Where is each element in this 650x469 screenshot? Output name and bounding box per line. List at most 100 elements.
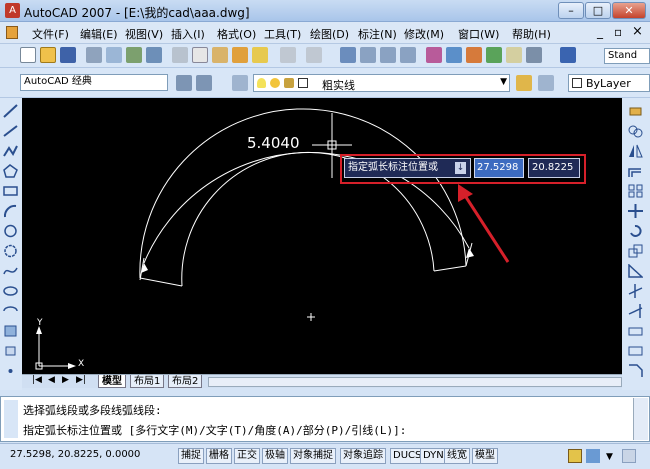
save-icon[interactable] xyxy=(60,47,76,63)
polar-toggle[interactable]: 极轴 xyxy=(262,448,288,464)
command-scrollbar[interactable] xyxy=(633,398,648,440)
zoom-window-icon[interactable] xyxy=(380,47,396,63)
insert-block-icon[interactable] xyxy=(3,324,18,338)
tab-first-icon[interactable]: |◀ xyxy=(32,375,42,385)
polygon-icon[interactable] xyxy=(3,164,18,178)
menu-insert[interactable]: 插入(I) xyxy=(171,26,205,42)
ellipse-arc-icon[interactable] xyxy=(3,304,18,318)
menu-window[interactable]: 窗口(W) xyxy=(458,26,499,42)
drawing-canvas[interactable]: 5.4040 Y X xyxy=(22,98,622,374)
menu-tools[interactable]: 工具(T) xyxy=(264,26,301,42)
rectangle-icon[interactable] xyxy=(3,184,18,198)
offset-icon[interactable] xyxy=(628,164,643,178)
menu-file[interactable]: 文件(F) xyxy=(32,26,69,42)
paste-icon[interactable] xyxy=(212,47,228,63)
point-icon[interactable] xyxy=(3,364,18,378)
command-window[interactable]: 选择弧线段或多段线弧线段: 指定弧长标注位置或 [多行文字(M)/文字(T)/角… xyxy=(0,396,650,442)
doc-icon[interactable] xyxy=(6,26,18,39)
new-icon[interactable] xyxy=(20,47,36,63)
menu-edit[interactable]: 编辑(E) xyxy=(80,26,118,42)
doc-minimize-button[interactable]: _ xyxy=(597,25,603,39)
doc-close-button[interactable]: × xyxy=(632,24,643,39)
layer-combo[interactable]: 粗实线 ▼ xyxy=(253,74,510,92)
statusbar-menu-icon[interactable]: ▼ xyxy=(606,452,613,462)
model-toggle[interactable]: 模型 xyxy=(472,448,498,464)
match-properties-icon[interactable] xyxy=(232,47,248,63)
zoom-realtime-icon[interactable] xyxy=(360,47,376,63)
join-icon[interactable] xyxy=(628,344,643,358)
osnap-toggle[interactable]: 对象捕捉 xyxy=(290,448,336,464)
menu-help[interactable]: 帮助(H) xyxy=(512,26,551,42)
tab-layout1[interactable]: 布局1 xyxy=(130,375,165,388)
app-icon[interactable]: A xyxy=(5,3,20,18)
workspace-combo[interactable]: AutoCAD 经典 xyxy=(20,74,168,91)
menu-modify[interactable]: 修改(M) xyxy=(404,26,444,42)
coordinates-display[interactable]: 27.5298, 20.8225, 0.0000 xyxy=(10,449,140,460)
menu-view[interactable]: 视图(V) xyxy=(125,26,163,42)
menu-draw[interactable]: 绘图(D) xyxy=(310,26,349,42)
markup-icon[interactable] xyxy=(506,47,522,63)
print-preview-icon[interactable] xyxy=(106,47,122,63)
text-style-combo[interactable]: Stand xyxy=(604,48,650,64)
design-center-icon[interactable] xyxy=(446,47,462,63)
maximize-button[interactable]: □ xyxy=(585,2,611,19)
dynamic-input-value-x[interactable]: 27.5298 xyxy=(474,158,524,178)
undo-icon[interactable] xyxy=(280,47,296,63)
horizontal-scrollbar[interactable] xyxy=(208,377,622,387)
scale-icon[interactable] xyxy=(628,244,643,258)
doc-restore-button[interactable]: ▫ xyxy=(614,25,622,39)
array-icon[interactable] xyxy=(628,184,643,198)
circle-icon[interactable] xyxy=(3,224,18,238)
arc-icon[interactable] xyxy=(3,204,18,218)
my-workspace-icon[interactable] xyxy=(196,75,212,91)
otrack-toggle[interactable]: 对象追踪 xyxy=(340,448,386,464)
stretch-icon[interactable] xyxy=(628,263,644,278)
open-icon[interactable] xyxy=(40,47,56,63)
cut-icon[interactable] xyxy=(172,47,188,63)
color-combo[interactable]: ByLayer xyxy=(568,74,650,92)
minimize-button[interactable]: – xyxy=(558,2,584,19)
make-block-icon[interactable] xyxy=(3,344,18,358)
print-icon[interactable] xyxy=(86,47,102,63)
copy-object-icon[interactable] xyxy=(628,124,643,138)
layer-manager-icon[interactable] xyxy=(232,75,248,91)
revision-cloud-icon[interactable] xyxy=(3,244,18,258)
dynamic-input-value-y[interactable]: 20.8225 xyxy=(528,158,580,178)
ellipse-icon[interactable] xyxy=(3,284,18,298)
workspace-settings-icon[interactable] xyxy=(176,75,192,91)
chevron-down-icon[interactable]: ▼ xyxy=(500,77,507,87)
tool-palettes-icon[interactable] xyxy=(466,47,482,63)
ortho-toggle[interactable]: 正交 xyxy=(234,448,260,464)
rotate-icon[interactable] xyxy=(628,224,643,238)
layer-previous-icon[interactable] xyxy=(538,75,554,91)
dyn-toggle[interactable]: DYN xyxy=(420,448,447,464)
quickcalc-icon[interactable] xyxy=(526,47,542,63)
snap-toggle[interactable]: 捕捉 xyxy=(178,448,204,464)
comm-center-icon[interactable] xyxy=(568,449,582,463)
make-current-layer-icon[interactable] xyxy=(516,75,532,91)
tab-next-icon[interactable]: ▶ xyxy=(62,375,69,385)
close-button[interactable]: ✕ xyxy=(612,2,646,19)
properties-icon[interactable] xyxy=(426,47,442,63)
move-icon[interactable] xyxy=(628,204,643,218)
command-window-grip[interactable] xyxy=(4,400,18,438)
lineweight-toggle[interactable]: 线宽 xyxy=(444,448,470,464)
menu-format[interactable]: 格式(O) xyxy=(217,26,256,42)
break-icon[interactable] xyxy=(628,324,643,338)
options-arrow-icon[interactable]: ↓ xyxy=(455,162,466,174)
clean-screen-icon[interactable] xyxy=(622,449,636,463)
tab-model[interactable]: 模型 xyxy=(98,375,126,388)
copy-icon[interactable] xyxy=(192,47,208,63)
pan-icon[interactable] xyxy=(340,47,356,63)
line-icon[interactable] xyxy=(3,104,18,118)
tab-prev-icon[interactable]: ◀ xyxy=(48,375,55,385)
grid-toggle[interactable]: 栅格 xyxy=(206,448,232,464)
block-editor-icon[interactable] xyxy=(252,47,268,63)
tab-last-icon[interactable]: ▶| xyxy=(76,375,86,385)
chamfer-icon[interactable] xyxy=(628,364,643,378)
extend-icon[interactable] xyxy=(628,304,643,318)
lock-icon[interactable] xyxy=(586,449,600,463)
polyline-icon[interactable] xyxy=(3,144,18,158)
redo-icon[interactable] xyxy=(306,47,322,63)
zoom-previous-icon[interactable] xyxy=(400,47,416,63)
